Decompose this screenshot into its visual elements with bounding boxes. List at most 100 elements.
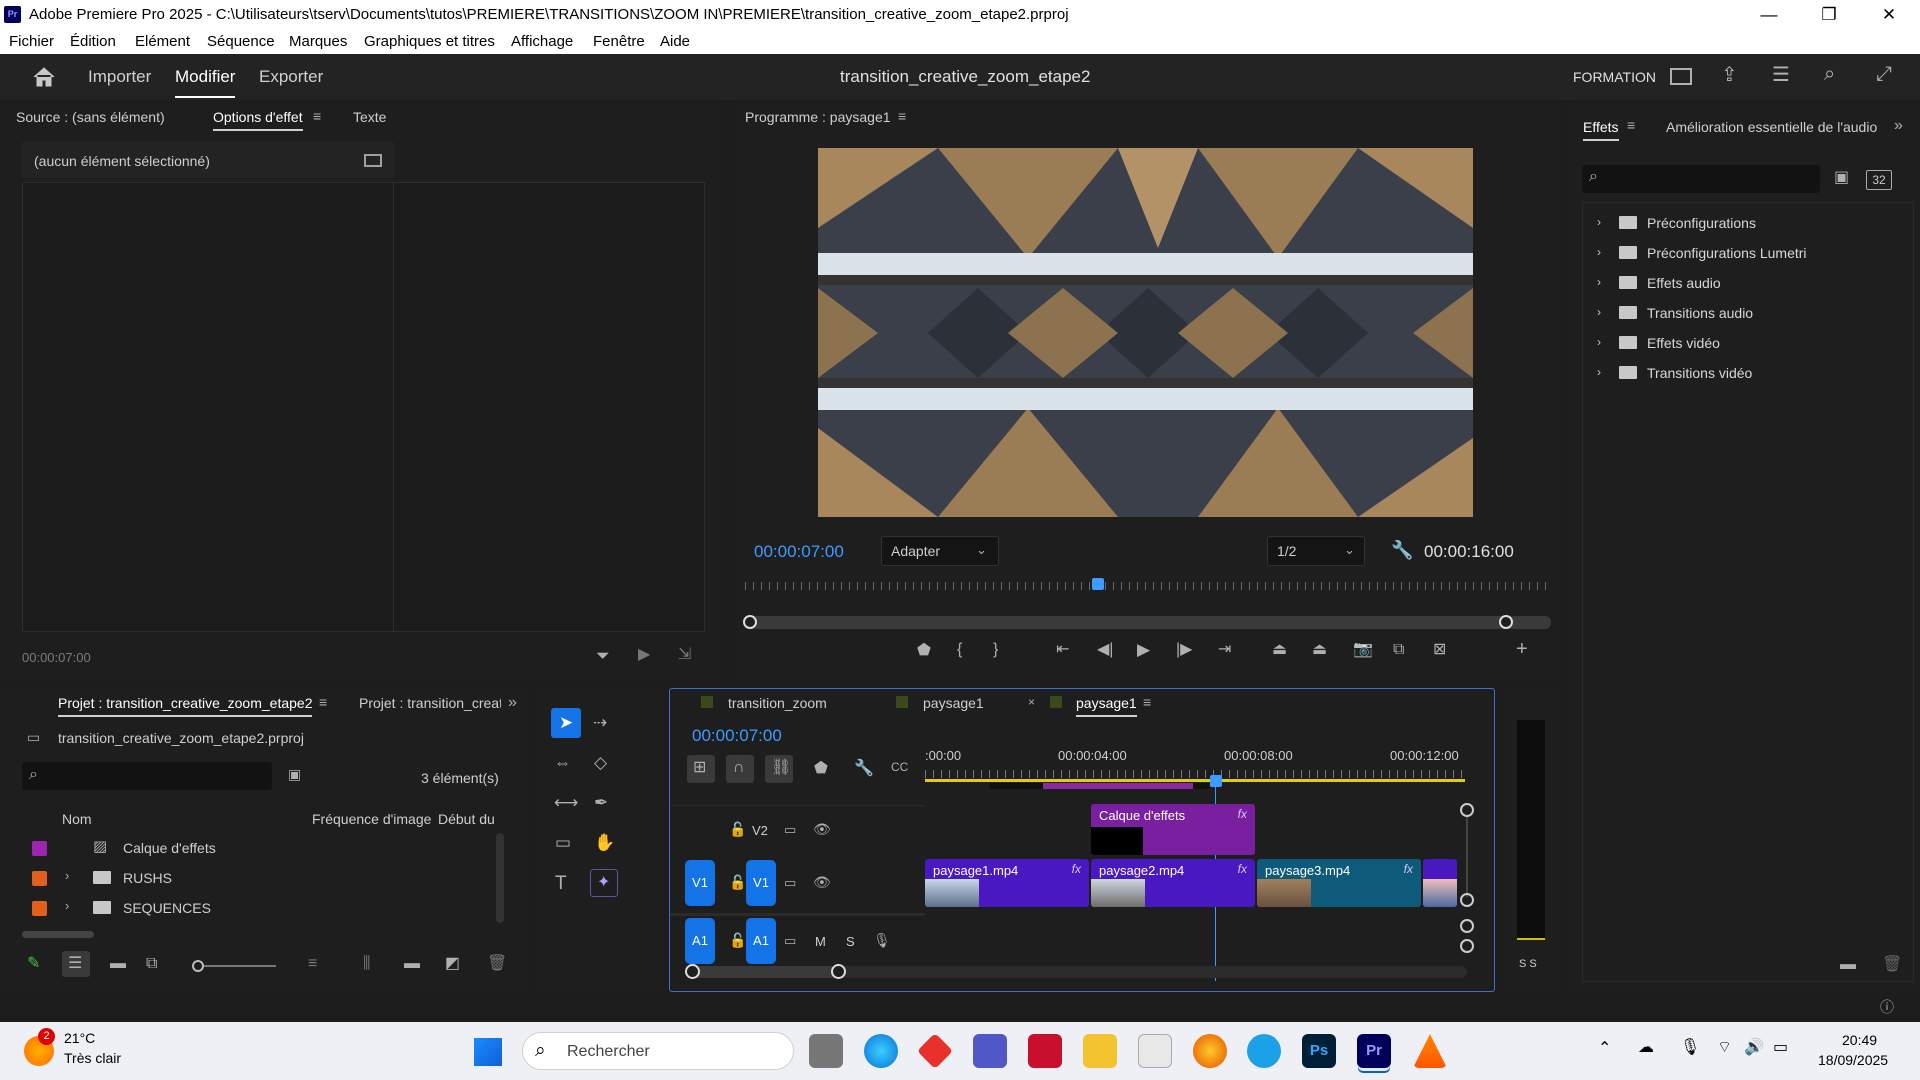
wifi-icon[interactable]: ⌔ [1717,1040,1732,1056]
export-icon[interactable]: ⇲ [678,647,691,663]
timeline-h-scroll-thumb[interactable] [687,966,837,978]
info-icon[interactable]: ⓘ [1880,1000,1894,1014]
automate-icon[interactable]: ⫼ [363,956,370,972]
firefox-icon[interactable] [1193,1034,1227,1068]
workspace-label[interactable]: FORMATION [1573,69,1656,85]
column-nom[interactable]: Nom [62,811,92,827]
app-red-icon[interactable] [916,1032,954,1070]
eye-icon[interactable]: 👁 [813,875,831,889]
vr-icon[interactable]: ⊠ [1433,642,1446,658]
mcafee-icon[interactable] [1028,1034,1062,1068]
comparison-view-icon[interactable]: ⧉ [1393,642,1404,658]
list-item[interactable]: › SEQUENCES [22,893,502,923]
taskbar-search[interactable]: ⌕ Rechercher [522,1032,794,1070]
panel-menu-icon[interactable]: ≡ [319,695,327,709]
tab-audio-enhance[interactable]: Amélioration essentielle de l'audio [1666,119,1877,135]
label-color-swatch[interactable] [32,901,47,916]
lift-icon[interactable]: ⏏ [1272,642,1287,658]
panel-layout-icon[interactable] [1670,68,1692,85]
tree-item-video-transitions[interactable]: › Transitions vidéo [1583,359,1920,387]
delete-icon[interactable]: 🗑 [1882,957,1902,973]
project-scrollbar[interactable] [496,833,504,923]
list-view-button[interactable]: ☰ [62,951,90,977]
timeline-playhead[interactable] [1210,775,1222,787]
type-tool-icon[interactable]: T [555,874,567,893]
resolution-dropdown[interactable]: 1/2 ⌄ [1267,536,1365,566]
mute-button[interactable]: M [815,934,826,949]
column-start[interactable]: Début du [438,811,495,827]
panel-menu-icon[interactable]: ≡ [1627,118,1635,132]
fx-badge[interactable]: fx [1072,862,1081,876]
more-panels-icon[interactable]: » [1894,118,1903,134]
onedrive-icon[interactable]: ☁ [1638,1040,1654,1056]
step-forward-icon[interactable]: |▶ [1176,642,1192,658]
sync-lock-icon[interactable]: ▭ [784,876,796,889]
slip-icon[interactable]: ⟷ [554,794,578,811]
play-icon[interactable]: ▶ [1137,641,1150,658]
fullscreen-icon[interactable]: ⤢ [1876,64,1892,84]
new-item-icon[interactable]: ◩ [445,956,460,972]
list-item[interactable]: › RUSHS [22,863,502,893]
fit-dropdown[interactable]: Adapter ⌄ [881,536,999,566]
vlc-icon[interactable] [1413,1034,1447,1068]
tab-project-2[interactable]: Projet : transition_creat [359,695,501,711]
menu-sequence[interactable]: Séquence [207,33,275,50]
solo-meter-labels[interactable]: S S [1519,958,1537,970]
panel-menu-icon[interactable]: ≡ [1143,695,1151,709]
share-icon[interactable]: ⇪ [1721,65,1738,85]
fx-badge[interactable]: fx [1404,862,1413,876]
menu-fenetre[interactable]: Fenêtre [593,33,645,50]
tree-item-video-effects[interactable]: › Effets vidéo [1583,329,1920,357]
timeline-timecode[interactable]: 00:00:07:00 [692,726,782,746]
solo-button[interactable]: S [846,934,855,949]
effects-search-input[interactable]: ⌕ [1582,165,1820,193]
tab-importer[interactable]: Importer [88,67,151,87]
razor-icon[interactable]: ◇ [594,754,607,771]
add-marker-icon[interactable]: ⬟ [814,761,828,777]
linked-selection-toggle[interactable]: ⛓ [765,755,793,783]
mark-in-icon[interactable]: { [957,642,962,658]
home-icon[interactable] [32,66,56,88]
selection-tool[interactable]: ➤ [551,708,581,738]
microphone-icon[interactable]: 🎙 [1680,1040,1700,1056]
lock-icon[interactable]: 🔓 [729,933,746,947]
zoom-scrollbar[interactable] [743,615,1551,629]
clip-effect-layer[interactable]: Calque d'effets fx [1091,804,1255,855]
volume-icon[interactable]: 🔊 [1744,1040,1764,1056]
freeform-view-icon[interactable]: ⧉ [146,956,157,972]
fx-badge[interactable]: fx [1238,862,1247,876]
nest-toggle[interactable]: ⊞ [687,755,715,783]
audio-scroll-handle-top[interactable] [1460,919,1474,933]
teams-icon[interactable] [973,1034,1007,1068]
label-color-swatch[interactable] [32,841,47,856]
lock-icon[interactable]: 🔓 [729,875,746,889]
generative-extend-tool[interactable]: ✦ [590,869,618,897]
queue-icon[interactable]: ☰ [1772,65,1790,85]
store-icon[interactable] [1138,1034,1172,1068]
camera-icon[interactable]: 📷 [1353,642,1373,658]
source-patch-a1[interactable]: A1 [685,918,715,964]
menu-element[interactable]: Elément [135,33,190,50]
clip-paysage3[interactable]: paysage3.mp4 fx [1257,859,1421,907]
h-scroll-handle-left[interactable] [685,964,700,979]
track-label-v2[interactable]: V2 [752,823,768,838]
task-view-icon[interactable] [809,1034,843,1068]
weather-temp[interactable]: 21°C [64,1030,95,1046]
tree-item-audio-transitions[interactable]: › Transitions audio [1583,299,1920,327]
wrench-icon[interactable]: 🔧 [1391,541,1413,559]
tree-item-presets[interactable]: › Préconfigurations [1583,209,1920,237]
clip-next[interactable] [1423,859,1457,907]
tree-item-lumetri-presets[interactable]: › Préconfigurations Lumetri [1583,239,1920,267]
ripple-edit-icon[interactable]: ⇔ [554,754,571,771]
chevron-up-icon[interactable]: ⌃ [1598,1041,1611,1057]
microphone-icon[interactable]: 🎙 [873,933,891,947]
zoom-slider-handle[interactable] [192,960,204,972]
timeline-wrench-icon[interactable]: 🔧 [854,761,874,777]
tab-effets[interactable]: Effets [1583,119,1619,141]
v-scroll-handle-bottom[interactable] [1460,893,1474,907]
timeline-ruler[interactable]: :00:00 00:00:04:00 00:00:08:00 00:00:12:… [925,746,1485,789]
minimize-button[interactable]: — [1746,3,1792,27]
more-panels-icon[interactable]: » [508,695,517,711]
play-audio-icon[interactable]: ▶ [638,647,650,663]
sync-lock-icon[interactable]: ▭ [784,934,796,947]
